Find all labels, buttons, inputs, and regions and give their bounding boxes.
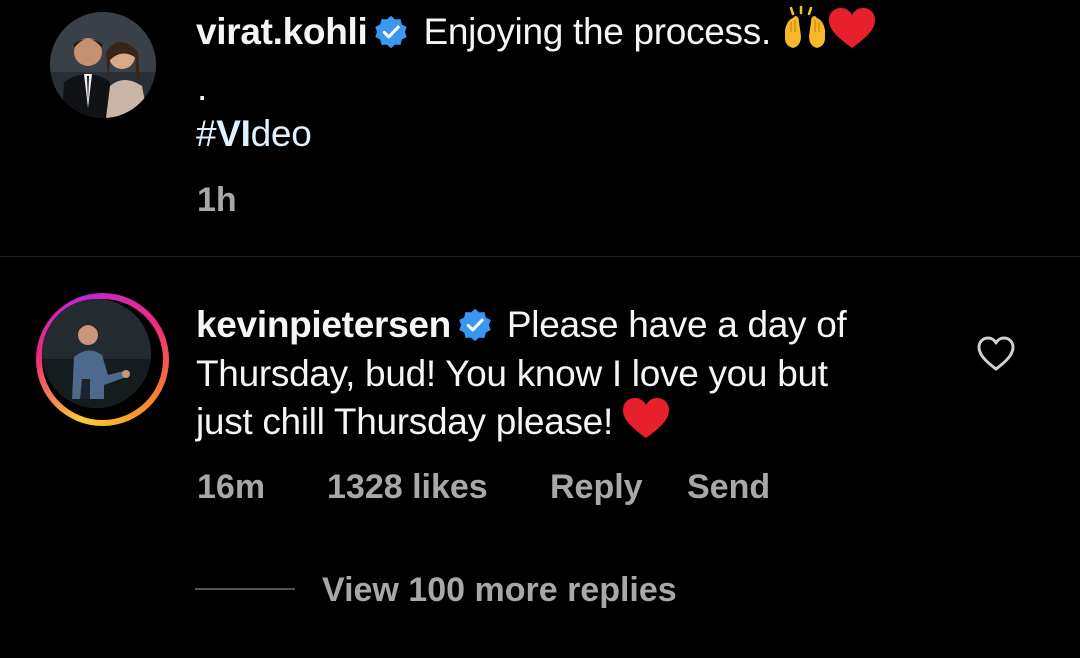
comment-text-part-2: Thursday, bud! You know I love you but	[196, 353, 828, 394]
post-username[interactable]: virat.kohli	[196, 11, 368, 52]
post-caption-dot: .	[197, 67, 207, 108]
replies-divider-line	[195, 588, 295, 590]
hashtag-bold-part: VI	[216, 113, 251, 154]
post-caption-line: virat.kohli Enjoying the process.	[196, 6, 875, 56]
comment-text-part-1: Please have a day of	[506, 304, 847, 345]
comment-username[interactable]: kevinpietersen	[196, 304, 451, 345]
avatar-photo	[50, 12, 156, 118]
comment-author-avatar	[42, 299, 151, 408]
comment-line-1: kevinpietersen Please have a day of	[196, 301, 847, 349]
reply-button[interactable]: Reply	[550, 467, 643, 507]
like-comment-heart-icon[interactable]	[976, 334, 1016, 374]
hashtag-prefix: #	[196, 113, 217, 154]
red-heart-emoji-icon	[622, 398, 669, 438]
view-more-replies-button[interactable]: View 100 more replies	[322, 570, 677, 610]
raised-hands-emoji-icon	[784, 6, 825, 48]
comment-timestamp: 16m	[197, 468, 266, 506]
comment-likes-count[interactable]: 1328 likes	[327, 467, 488, 507]
post-caption-text: Enjoying the process.	[423, 11, 771, 52]
post-hashtag[interactable]: #VIdeo	[196, 110, 312, 158]
comment-text-part-3: just chill Thursday please!	[196, 401, 613, 442]
post-timestamp: 1h	[197, 181, 237, 219]
section-divider	[0, 256, 1080, 257]
comment-line-3: just chill Thursday please!	[196, 398, 669, 446]
hashtag-rest: deo	[250, 113, 312, 154]
verified-badge-icon	[459, 308, 491, 342]
post-author-avatar[interactable]	[50, 12, 156, 118]
avatar-photo	[42, 299, 151, 408]
story-ring[interactable]	[36, 293, 169, 426]
send-button[interactable]: Send	[687, 467, 770, 507]
red-heart-emoji-icon	[828, 8, 875, 48]
verified-badge-icon	[375, 15, 408, 49]
